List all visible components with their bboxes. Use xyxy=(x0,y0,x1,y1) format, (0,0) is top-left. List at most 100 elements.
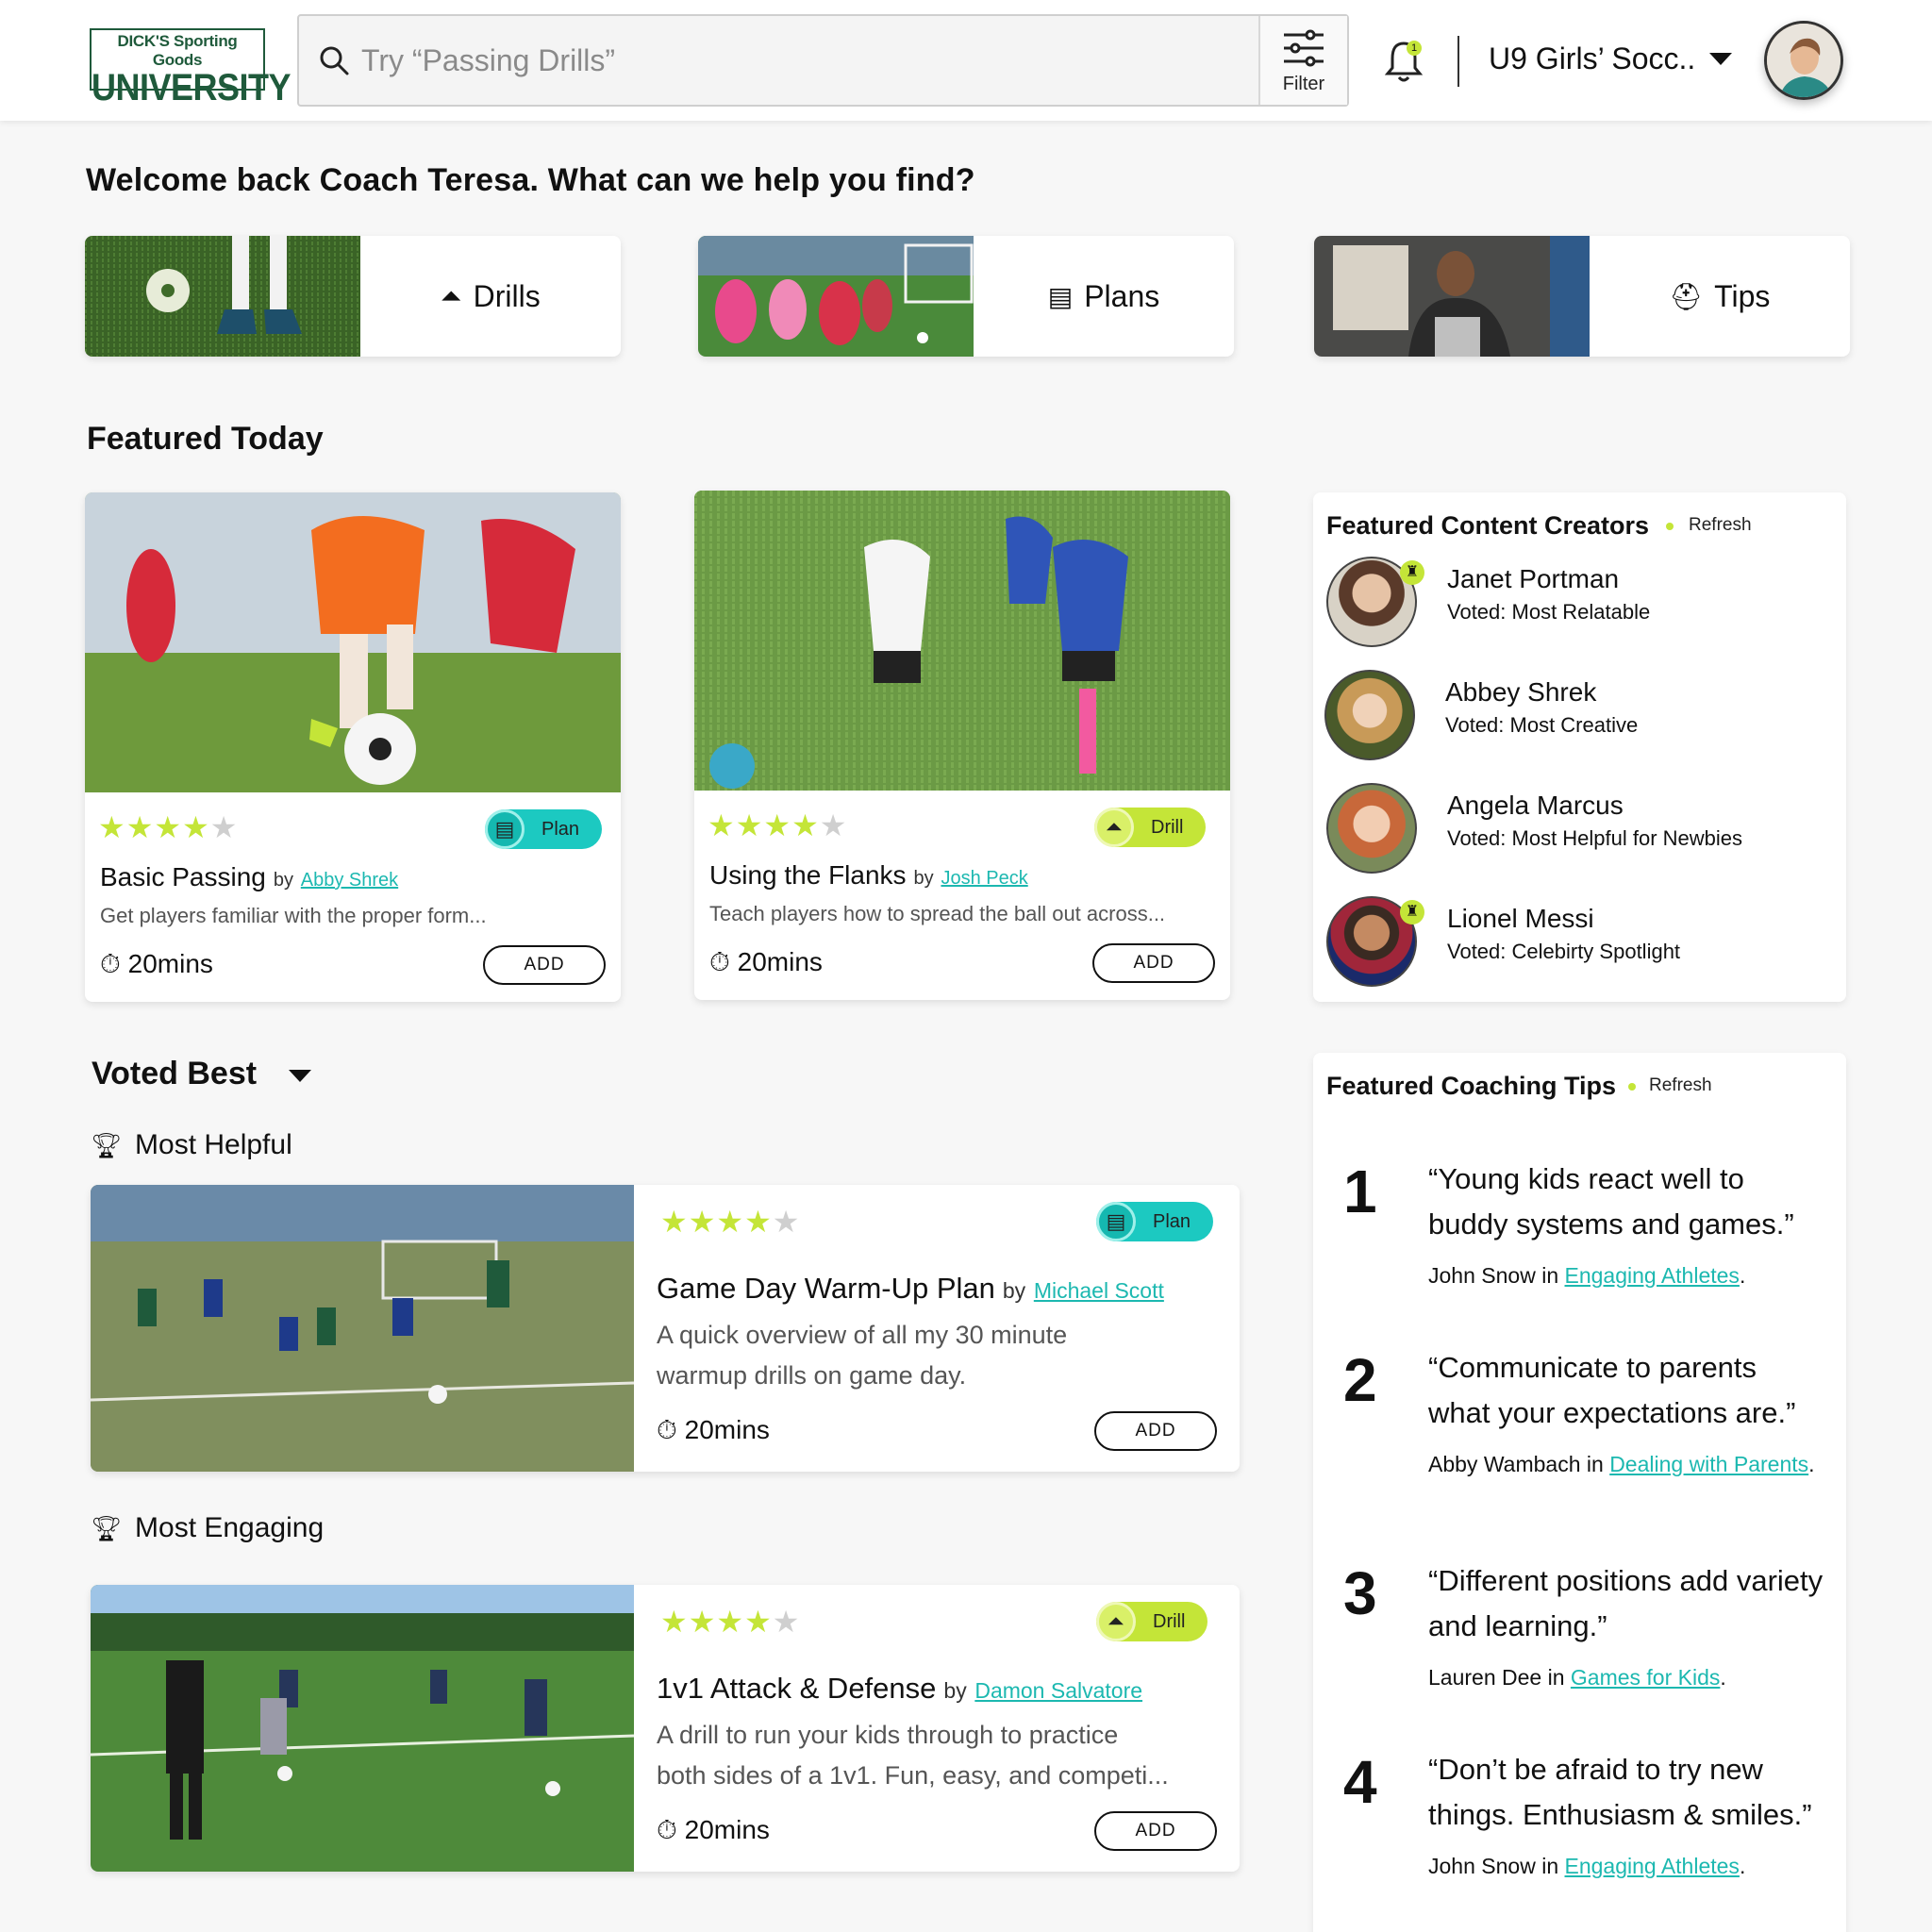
card-title: Basic Passing by Abby Shrek xyxy=(100,862,398,892)
title-text: Basic Passing xyxy=(100,862,266,891)
add-button[interactable]: ADD xyxy=(483,945,606,985)
creators-refresh-link[interactable]: Refresh xyxy=(1689,515,1752,536)
author-link[interactable]: Michael Scott xyxy=(1034,1278,1164,1303)
type-label: Plan xyxy=(1153,1210,1191,1232)
search-input[interactable] xyxy=(361,37,1210,84)
tips-photo xyxy=(1314,236,1590,357)
description-line: warmup drills on game day. xyxy=(657,1361,967,1390)
separator-dot xyxy=(1666,523,1674,530)
category-label: ⏶ Drills xyxy=(360,236,621,357)
category-card-drills[interactable]: ⏶ Drills xyxy=(85,236,621,357)
featured-creators-panel: Featured Content Creators Refresh ♜ Jane… xyxy=(1313,492,1846,1002)
author-link[interactable]: Damon Salvatore xyxy=(974,1678,1142,1703)
creator-vote: Voted: Most Relatable xyxy=(1447,600,1651,624)
document-icon: ▤ xyxy=(1047,281,1074,311)
tip-in: in xyxy=(1541,1263,1559,1288)
category-card-plans[interactable]: ▤ Plans xyxy=(698,236,1234,357)
creator-item[interactable]: ♜ Lionel Messi Voted: Celebirty Spotligh… xyxy=(1326,896,1826,991)
tip-topic-link[interactable]: Games for Kids xyxy=(1571,1665,1721,1690)
document-icon: ▤ xyxy=(1096,1202,1136,1241)
star-rating: ★★★★★ xyxy=(660,1205,801,1239)
filter-button[interactable]: Filter xyxy=(1258,16,1347,105)
separator-dot xyxy=(1628,1083,1636,1091)
tip-topic-link[interactable]: Engaging Athletes xyxy=(1565,1263,1740,1288)
dsg-university-logo[interactable]: DICK'S Sporting Goods UNIVERSITY xyxy=(90,28,291,107)
tip-source: Lauren Dee in Games for Kids. xyxy=(1428,1660,1824,1694)
tip-author: Lauren Dee xyxy=(1428,1665,1542,1690)
duration-text: 20mins xyxy=(684,1415,770,1444)
card-title: Using the Flanks by Josh Peck xyxy=(709,860,1028,891)
by-text: by xyxy=(913,868,934,889)
by-text: by xyxy=(273,870,293,891)
creator-item[interactable]: ♜ Janet Portman Voted: Most Relatable xyxy=(1326,557,1826,651)
award-badge-icon: ♜ xyxy=(1400,900,1424,924)
plans-label: Plans xyxy=(1084,278,1160,313)
welcome-heading: Welcome back Coach Teresa. What can we h… xyxy=(86,162,975,198)
author-link[interactable]: Josh Peck xyxy=(941,868,1027,889)
tips-label: Tips xyxy=(1714,278,1771,313)
by-text: by xyxy=(1002,1278,1026,1303)
duration-text: 20mins xyxy=(127,949,213,978)
category-label: ▤ Plans xyxy=(974,236,1234,357)
add-button[interactable]: ADD xyxy=(1094,1811,1217,1851)
tip-end: . xyxy=(1739,1854,1746,1878)
creator-name: Abbey Shrek xyxy=(1445,677,1597,707)
caret-down-icon[interactable] xyxy=(289,1070,311,1082)
caret-down-icon[interactable] xyxy=(1709,53,1732,65)
tip-topic-link[interactable]: Engaging Athletes xyxy=(1565,1854,1740,1878)
add-button[interactable]: ADD xyxy=(1094,1411,1217,1451)
1v1-attack-defense-photo xyxy=(91,1585,634,1872)
award-label: Most Engaging xyxy=(135,1512,325,1543)
tips-refresh-link[interactable]: Refresh xyxy=(1649,1075,1712,1096)
tip-quote: “Different positions add variety and lea… xyxy=(1428,1564,1824,1642)
creator-vote: Voted: Celebirty Spotlight xyxy=(1447,940,1681,963)
creator-item[interactable]: Abbey Shrek Voted: Most Creative xyxy=(1324,670,1824,764)
featured-today-heading: Featured Today xyxy=(87,421,324,457)
document-icon: ▤ xyxy=(485,809,525,849)
star-rating: ★★★★★ xyxy=(708,808,848,842)
search-bar: Filter xyxy=(297,14,1349,107)
voted-card-game-day-warm-up[interactable]: ★★★★★ ▤ Plan Game Day Warm-Up Plan by Mic… xyxy=(91,1185,1240,1472)
tip-number: 1 xyxy=(1343,1158,1377,1225)
tip-end: . xyxy=(1808,1452,1815,1476)
featured-card-using-the-flanks[interactable]: ★★★★★ ⏶ Drill Using the Flanks by Josh Pe… xyxy=(694,491,1230,1000)
by-text: by xyxy=(943,1678,967,1703)
award-badge-icon: ♜ xyxy=(1400,560,1424,585)
notification-badge: 1 xyxy=(1407,41,1422,56)
tip-topic-link[interactable]: Dealing with Parents xyxy=(1609,1452,1808,1476)
trophy-icon: 🏆︎ xyxy=(91,1514,123,1542)
voted-card-1v1-attack-defense[interactable]: ★★★★★ ⏶ Drill 1v1 Attack & Defense by Dam… xyxy=(91,1585,1240,1872)
tip-source: John Snow in Engaging Athletes. xyxy=(1428,1849,1824,1883)
creators-title: Featured Content Creators xyxy=(1326,511,1650,540)
creator-item[interactable]: Angela Marcus Voted: Most Helpful for Ne… xyxy=(1326,783,1826,877)
card-title: 1v1 Attack & Defense by Damon Salvatore xyxy=(657,1672,1142,1706)
search-icon xyxy=(320,46,349,75)
author-link[interactable]: Abby Shrek xyxy=(301,870,398,891)
tip-number: 4 xyxy=(1343,1748,1377,1816)
logo-bottom-text: UNIVERSITY xyxy=(92,65,291,108)
tip-in: in xyxy=(1547,1665,1565,1690)
tip-author: Abby Wambach xyxy=(1428,1452,1581,1476)
sliders-icon xyxy=(1284,29,1324,67)
category-card-tips[interactable]: ⛑ Tips xyxy=(1314,236,1850,357)
tip-source: Abby Wambach in Dealing with Parents. xyxy=(1428,1447,1824,1481)
using-the-flanks-photo xyxy=(694,491,1230,791)
card-description: A drill to run your kids through to prac… xyxy=(657,1715,1169,1796)
creator-name: Lionel Messi xyxy=(1447,904,1594,933)
award-label: Most Helpful xyxy=(135,1129,292,1160)
award-heading: 🏆︎ Most Helpful xyxy=(91,1129,292,1161)
plans-photo xyxy=(698,236,974,357)
drill-badge: ⏶ Drill xyxy=(1096,1602,1208,1641)
tip-author: John Snow xyxy=(1428,1854,1536,1878)
add-button[interactable]: ADD xyxy=(1092,943,1215,983)
voted-best-heading[interactable]: Voted Best xyxy=(92,1056,257,1092)
type-label: Drill xyxy=(1151,816,1184,838)
tip-in: in xyxy=(1541,1854,1559,1878)
tip-quote: “Don’t be afraid to try new things. Enth… xyxy=(1428,1753,1812,1831)
featured-card-basic-passing[interactable]: ★★★★★ ▤ Plan Basic Passing by Abby Shrek … xyxy=(85,492,621,1002)
header-divider xyxy=(1457,36,1459,87)
drills-photo xyxy=(85,236,360,357)
duration-text: 20mins xyxy=(684,1815,770,1844)
user-avatar[interactable] xyxy=(1764,21,1843,100)
team-selector[interactable]: U9 Girls’ Socc.. xyxy=(1489,42,1695,76)
